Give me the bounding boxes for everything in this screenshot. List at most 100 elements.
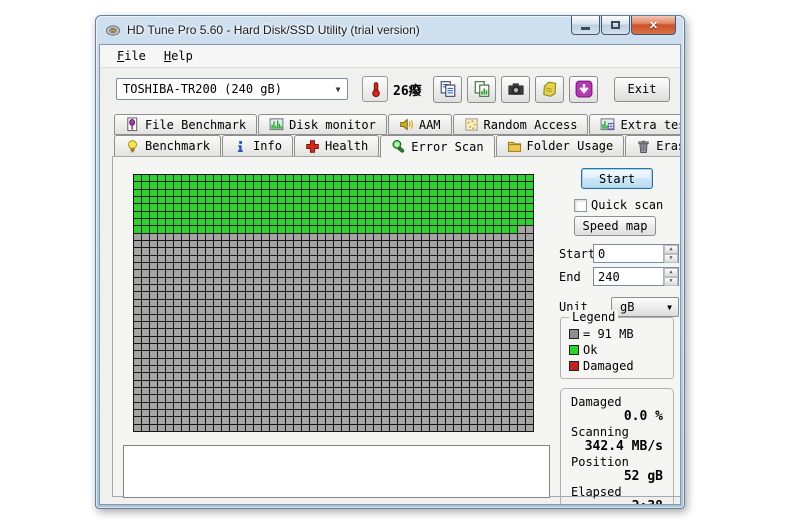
save-button[interactable]	[535, 76, 564, 103]
scan-block	[318, 182, 326, 189]
exit-button[interactable]: Exit	[614, 77, 670, 102]
scan-block	[254, 359, 262, 366]
scan-block	[462, 344, 470, 351]
scan-block	[486, 307, 494, 314]
scan-block	[198, 425, 206, 432]
scan-block	[358, 182, 366, 189]
scan-block	[278, 410, 286, 417]
scan-block	[198, 219, 206, 226]
scan-block	[318, 285, 326, 292]
maximize-button[interactable]	[601, 16, 630, 35]
scan-block	[470, 381, 478, 388]
scan-block	[286, 366, 294, 373]
drive-selector[interactable]: TOSHIBA-TR200 (240 gB) ▼	[116, 78, 348, 100]
scan-block	[446, 410, 454, 417]
speed-map-button[interactable]: Speed map	[574, 216, 656, 236]
tab-info[interactable]: Info	[222, 135, 293, 157]
temperature-button[interactable]	[362, 76, 388, 102]
scan-block	[206, 263, 214, 270]
tab-aam[interactable]: AAM	[388, 114, 452, 135]
scan-block	[350, 381, 358, 388]
scan-block	[502, 278, 510, 285]
scan-block	[206, 219, 214, 226]
scan-block	[390, 292, 398, 299]
tab-erase[interactable]: Erase	[625, 135, 681, 157]
end-input[interactable]	[594, 268, 663, 285]
scan-block	[446, 417, 454, 424]
scan-block	[206, 322, 214, 329]
scan-block	[390, 307, 398, 314]
scan-block	[470, 226, 478, 233]
scan-block	[486, 351, 494, 358]
scan-block	[438, 300, 446, 307]
scan-block	[422, 248, 430, 255]
scan-block	[230, 270, 238, 277]
scan-block	[502, 381, 510, 388]
scan-block	[382, 292, 390, 299]
unit-dropdown[interactable]: gB ▼	[611, 297, 679, 317]
scan-block	[230, 337, 238, 344]
scan-block	[374, 234, 382, 241]
scan-block	[382, 175, 390, 182]
quick-scan-checkbox[interactable]	[574, 199, 587, 212]
scan-block	[366, 359, 374, 366]
menu-item-help[interactable]: Help	[155, 46, 202, 66]
scan-block	[286, 204, 294, 211]
scan-block	[390, 263, 398, 270]
title-bar[interactable]: HD Tune Pro 5.60 - Hard Disk/SSD Utility…	[96, 16, 684, 44]
scan-block	[414, 359, 422, 366]
scan-block	[254, 403, 262, 410]
start-input[interactable]	[594, 245, 663, 262]
spin-up-icon[interactable]: ▲	[664, 245, 678, 254]
scan-block	[510, 234, 518, 241]
tab-health[interactable]: Health	[294, 135, 379, 157]
scan-block	[374, 373, 382, 380]
scan-block	[198, 329, 206, 336]
scan-block	[238, 344, 246, 351]
scan-block	[302, 263, 310, 270]
scan-block	[270, 359, 278, 366]
scan-block	[246, 256, 254, 263]
spin-up-icon[interactable]: ▲	[664, 268, 678, 277]
scan-block	[214, 300, 222, 307]
scan-block	[262, 175, 270, 182]
tab-extra-tests[interactable]: Extra tests	[589, 114, 681, 135]
tab-error-scan[interactable]: Error Scan	[380, 135, 494, 158]
close-button[interactable]: ✕	[631, 16, 676, 35]
scan-block	[334, 329, 342, 336]
minimize-button[interactable]	[571, 16, 600, 35]
scan-block	[518, 417, 526, 424]
menu-item-file[interactable]: File	[108, 46, 155, 66]
tab-file-benchmark[interactable]: File Benchmark	[114, 114, 257, 135]
scan-block	[142, 395, 150, 402]
scan-block	[398, 226, 406, 233]
folder-usage-icon	[507, 139, 522, 154]
scan-block	[158, 204, 166, 211]
copy-image-button[interactable]	[467, 76, 496, 103]
download-button[interactable]	[569, 76, 598, 103]
start-button[interactable]: Start	[581, 168, 653, 189]
scan-block	[134, 248, 142, 255]
quick-scan-option[interactable]: Quick scan	[574, 198, 663, 212]
scan-block	[262, 241, 270, 248]
chevron-down-icon: ▼	[329, 85, 347, 94]
scan-block	[326, 226, 334, 233]
tab-folder-usage[interactable]: Folder Usage	[496, 135, 625, 157]
scan-block	[430, 315, 438, 322]
scan-block	[198, 197, 206, 204]
tab-benchmark[interactable]: Benchmark	[114, 135, 221, 157]
scan-block	[430, 256, 438, 263]
camera-button[interactable]	[501, 76, 530, 103]
scan-block	[422, 256, 430, 263]
scan-block	[414, 373, 422, 380]
scan-block	[294, 241, 302, 248]
scan-block	[302, 366, 310, 373]
scan-block	[366, 234, 374, 241]
scan-block	[526, 263, 534, 270]
tab-disk-monitor[interactable]: Disk monitor	[258, 114, 387, 135]
scan-block	[462, 337, 470, 344]
spin-down-icon[interactable]: ▼	[664, 277, 678, 286]
tab-random-access[interactable]: Random Access	[453, 114, 589, 135]
spin-down-icon[interactable]: ▼	[664, 254, 678, 263]
copy-button[interactable]	[433, 76, 462, 103]
